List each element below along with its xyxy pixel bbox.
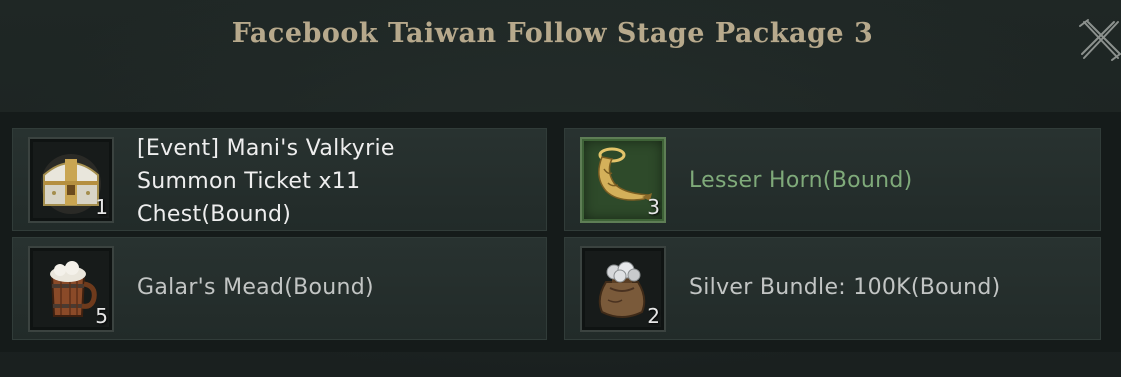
item-slot[interactable]: 5 [28,246,114,332]
list-item[interactable]: 2 Silver Bundle: 100K(Bound) [564,237,1101,340]
list-item[interactable]: 1 [Event] Mani's Valkyrie Summon Ticket … [12,128,547,231]
package-dialog: Facebook Taiwan Follow Stage Package 3 1… [0,0,1121,377]
dialog-title: Facebook Taiwan Follow Stage Package 3 [231,18,874,49]
list-item[interactable]: 5 Galar's Mead(Bound) [12,237,547,340]
item-slot[interactable]: 3 [580,137,666,223]
close-x-icon [1079,19,1121,61]
item-quantity: 1 [95,195,108,219]
item-name: [Event] Mani's Valkyrie Summon Ticket x1… [137,136,395,227]
item-name: Lesser Horn(Bound) [689,168,913,193]
item-name: Galar's Mead(Bound) [137,275,374,300]
item-slot[interactable]: 2 [580,246,666,332]
item-quantity: 5 [95,304,108,328]
item-slot[interactable]: 1 [28,137,114,223]
item-quantity: 3 [647,195,660,219]
item-quantity: 2 [647,304,660,328]
close-button[interactable] [1078,16,1121,64]
item-name: Silver Bundle: 100K(Bound) [689,275,1001,300]
item-list: 1 [Event] Mani's Valkyrie Summon Ticket … [0,112,1121,352]
list-item[interactable]: 3 Lesser Horn(Bound) [564,128,1101,231]
